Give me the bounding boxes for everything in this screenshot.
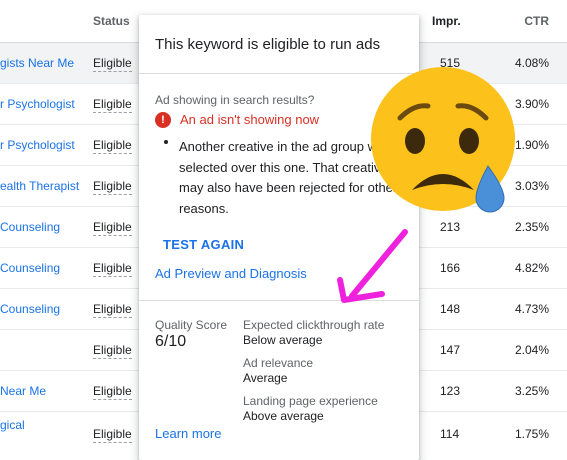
ad-preview-link[interactable]: Ad Preview and Diagnosis (155, 266, 307, 281)
ctr-cell: 4.73% (514, 302, 549, 316)
status-cell[interactable]: Eligible (93, 179, 132, 195)
status-cell[interactable]: Eligible (93, 138, 132, 154)
status-cell[interactable]: Eligible (93, 427, 132, 443)
divider (139, 300, 419, 301)
ctr-cell: 2.04% (514, 343, 549, 357)
status-cell[interactable]: Eligible (93, 384, 132, 400)
status-cell[interactable]: Eligible (93, 343, 132, 359)
keyword-link[interactable]: Near Me (0, 384, 46, 398)
learn-more-link[interactable]: Learn more (155, 426, 221, 441)
popup-title: This keyword is eligible to run ads (155, 36, 381, 53)
keyword-link[interactable]: ealth Therapist (0, 179, 79, 193)
ctr-cell: 3.25% (514, 384, 549, 398)
status-cell[interactable]: Eligible (93, 97, 132, 113)
metric-value: Above average (243, 409, 324, 423)
ad-showing-label: Ad showing in search results? (155, 93, 315, 107)
keyword-link[interactable]: Counseling (0, 302, 60, 316)
impressions-cell: 213 (440, 220, 461, 234)
keyword-link[interactable]: Counseling (0, 261, 60, 275)
ctr-cell: 1.75% (514, 427, 549, 441)
ctr-cell: 4.82% (514, 261, 549, 275)
quality-score-value: 6/10 (155, 333, 187, 350)
status-cell[interactable]: Eligible (93, 220, 132, 236)
status-cell[interactable]: Eligible (93, 261, 132, 277)
ctr-cell: 4.08% (514, 56, 549, 70)
metric-value: Below average (243, 333, 323, 347)
impressions-cell: 166 (440, 261, 461, 275)
ad-not-showing-text: An ad isn't showing now (180, 112, 320, 127)
metric-value: Average (243, 371, 288, 385)
column-header-impressions[interactable]: Impr. (432, 14, 461, 28)
keyword-link[interactable]: gists Near Me (0, 56, 74, 70)
bullet-point (164, 140, 168, 144)
metric-label: Ad relevance (243, 356, 314, 370)
status-cell[interactable]: Eligible (93, 56, 132, 72)
status-cell[interactable]: Eligible (93, 302, 132, 318)
ctr-cell: 1.90% (514, 138, 549, 152)
sad-but-relieved-face-emoji (371, 67, 515, 213)
ctr-cell: 2.35% (514, 220, 549, 234)
impressions-cell: 147 (440, 343, 461, 357)
keyword-link[interactable]: r Psychologist (0, 138, 75, 152)
column-header-ctr[interactable]: CTR (524, 14, 549, 28)
keyword-link[interactable]: Counseling (0, 220, 60, 234)
test-again-button[interactable]: TEST AGAIN (163, 237, 244, 252)
keyword-link[interactable]: gical (0, 418, 25, 433)
metric-label: Expected clickthrough rate (243, 318, 385, 332)
impressions-cell: 114 (440, 427, 460, 441)
column-header-status[interactable]: Status (93, 14, 130, 28)
ctr-cell: 3.90% (514, 97, 549, 111)
impressions-cell: 123 (440, 384, 461, 398)
metric-label: Landing page experience (243, 394, 378, 408)
keyword-link[interactable]: r Psychologist (0, 97, 75, 111)
quality-score-label: Quality Score (155, 318, 228, 332)
ctr-cell: 3.03% (514, 179, 549, 193)
exclamation-circle-icon: ! (155, 112, 171, 128)
impressions-cell: 148 (440, 302, 461, 316)
